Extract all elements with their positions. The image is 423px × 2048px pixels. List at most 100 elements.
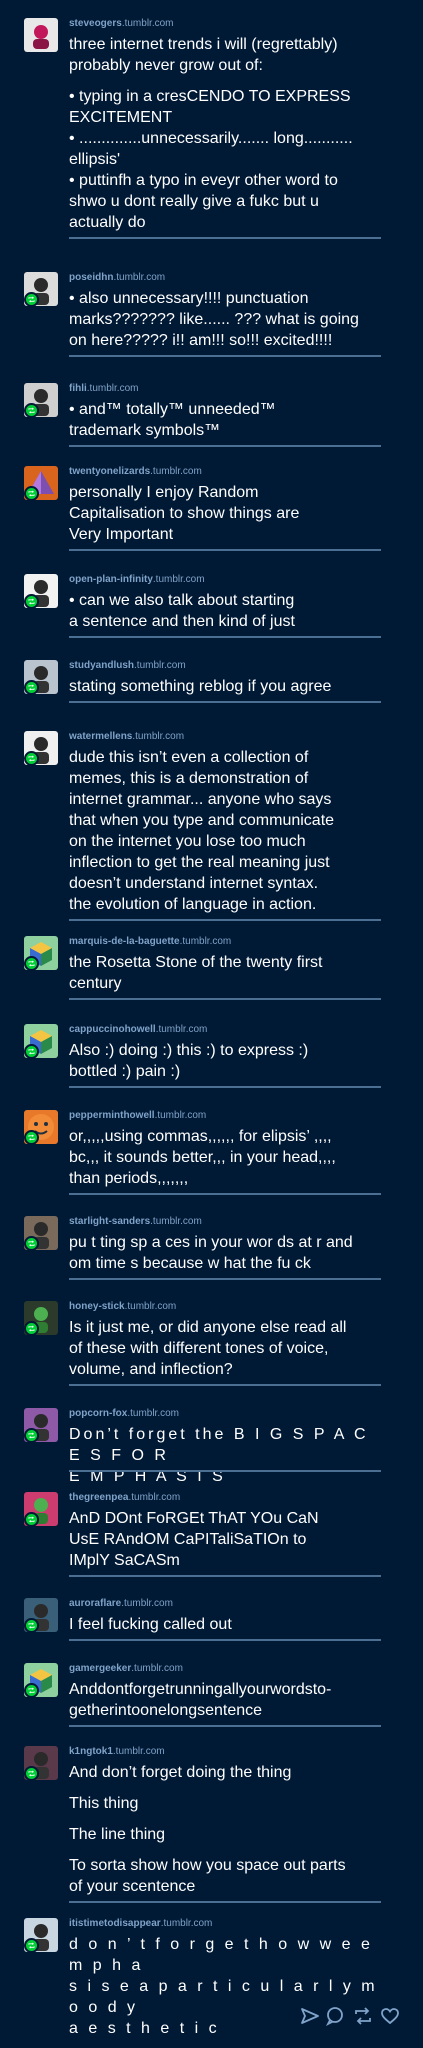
username-link[interactable]: steveogers.tumblr.com (69, 17, 174, 30)
post-body: Also :) doing :) this :) to express :) bo… (69, 1040, 387, 1082)
username: fihli (69, 383, 87, 394)
username-domain: .tumblr.com (150, 466, 202, 477)
reblog-badge-icon (24, 403, 39, 418)
post-text-line: • puttinfh a typo in eveyr other word to (69, 172, 338, 189)
post-text-line (69, 1845, 387, 1855)
username-domain: .tumblr.com (124, 1301, 177, 1312)
username-domain: .tumblr.com (152, 574, 205, 585)
username-link[interactable]: auroraflare.tumblr.com (69, 1597, 173, 1610)
like-icon[interactable] (380, 2006, 400, 2026)
post-text-line: bc,,, it sounds better,,, in your head,,… (69, 1149, 336, 1166)
username-domain: .tumblr.com (121, 1598, 173, 1609)
username-link[interactable]: fihli.tumblr.com (69, 382, 138, 395)
username: pepperminthowell (69, 1110, 155, 1121)
post-text-line: internet grammar... anyone who says (69, 791, 332, 808)
post-separator (69, 1278, 381, 1280)
username-domain: .tumblr.com (160, 1918, 213, 1929)
username-link[interactable]: marquis-de-la-baguette.tumblr.com (69, 935, 231, 948)
username-link[interactable]: cappuccinohowell.tumblr.com (69, 1023, 207, 1036)
reblog-badge-icon (24, 594, 39, 609)
post-text-line: probably never grow out of: (69, 57, 263, 74)
post-text-line: the Rosetta Stone of the twenty first (69, 954, 323, 971)
post-text-line: of your scentence (69, 1878, 196, 1895)
post-text-line: EXCITEMENT (69, 109, 173, 126)
reblog-thread: steveogers.tumblr.com three internet tren… (0, 0, 423, 2048)
username-domain: .tumblr.com (127, 1408, 180, 1419)
reblog-icon[interactable] (353, 2006, 373, 2026)
username-link[interactable]: open-plan-infinity.tumblr.com (69, 573, 205, 586)
post-body: personally I enjoy Random Capitalisation … (69, 482, 387, 545)
username-domain: .tumblr.com (86, 383, 139, 394)
post-text-line: the evolution of language in action. (69, 896, 317, 913)
post-separator (69, 355, 381, 357)
username-domain: .tumblr.com (113, 272, 166, 283)
reblog-badge-icon (24, 1236, 39, 1251)
post-separator (69, 1193, 381, 1195)
username-domain: .tumblr.com (132, 731, 185, 742)
post-body: stating something reblog if you agree (69, 676, 387, 697)
username-link[interactable]: watermellens.tumblr.com (69, 730, 184, 743)
post-text-line: The line thing (69, 1826, 166, 1843)
username-domain: .tumblr.com (150, 1216, 202, 1227)
username-link[interactable]: honey-stick.tumblr.com (69, 1300, 176, 1313)
post-separator (69, 998, 381, 1000)
post-text-line: d o n ’ t f o r g e t h o w w e e m p h … (69, 1936, 373, 1974)
post-separator (69, 1575, 381, 1577)
username-link[interactable]: pepperminthowell.tumblr.com (69, 1109, 206, 1122)
post-text-line: trademark symbols™ (69, 422, 221, 439)
username-link[interactable]: twentyonelizards.tumblr.com (69, 465, 202, 478)
username-link[interactable]: popcorn-fox.tumblr.com (69, 1407, 179, 1420)
reblog-badge-icon (24, 1130, 39, 1145)
username: thegreenpea (69, 1492, 129, 1503)
post-body: Anddontforgetrunningallyourwordsto-gethe… (69, 1679, 387, 1721)
reblog-badge-icon (24, 486, 39, 501)
username-link[interactable]: itistimetodisappear.tumblr.com (69, 1917, 212, 1930)
post-text-line: than periods,,,,,,, (69, 1170, 189, 1187)
share-icon[interactable] (300, 2006, 320, 2026)
reply-icon[interactable] (325, 2006, 345, 2027)
post-text-line: century (69, 975, 122, 992)
post-body: or,,,,,using commas,,,,,, for elipsis’ ,… (69, 1126, 387, 1189)
username-link[interactable]: poseidhn.tumblr.com (69, 271, 165, 284)
post-text-line: doesn’t understand internet syntax. (69, 875, 319, 892)
username-domain: .tumblr.com (128, 1492, 181, 1503)
post-body: Is it just me, or did anyone else read a… (69, 1317, 387, 1380)
post-text-line: marks??????? like...... ??? what is goin… (69, 311, 359, 328)
post-text-line: • typing in a cresCENDO TO EXPRESS (69, 88, 351, 105)
post-text-line: AnD DOnt FoRGEt ThAT YOu CaN (69, 1510, 319, 1527)
post-text-line: IMplY SaCASm (69, 1552, 180, 1569)
post-separator (69, 1384, 381, 1386)
username: marquis-de-la-baguette (69, 936, 180, 947)
post-text-line: Is it just me, or did anyone else read a… (69, 1319, 347, 1336)
reblog-badge-icon (24, 1938, 39, 1953)
username-link[interactable]: k1ngtok1.tumblr.com (69, 1745, 165, 1758)
username: gamergeeker (69, 1663, 132, 1674)
reblog-badge-icon (24, 680, 39, 695)
post-body: • and™ totally™ unneeded™ trademark symbo… (69, 399, 387, 441)
post-text-line: volume, and inflection? (69, 1361, 233, 1378)
username-link[interactable]: gamergeeker.tumblr.com (69, 1662, 183, 1675)
username-link[interactable]: thegreenpea.tumblr.com (69, 1491, 180, 1504)
post-text-line: three internet trends i will (regrettabl… (69, 36, 338, 53)
username: cappuccinohowell (69, 1024, 156, 1035)
avatar[interactable] (24, 18, 58, 52)
post-text-line: dude this isn’t even a collection of (69, 749, 309, 766)
reblog-badge-icon (24, 1512, 39, 1527)
post-text-line: Anddontforgetrunningallyourwordsto- (69, 1681, 332, 1698)
reblog-badge-icon (24, 1428, 39, 1443)
post-text-line: memes, this is a demonstration of (69, 770, 309, 787)
username-link[interactable]: studyandlush.tumblr.com (69, 659, 186, 672)
post-text-line: • also unnecessary!!!! punctuation (69, 290, 309, 307)
post-text-line (69, 76, 387, 86)
post-separator (69, 919, 381, 921)
username-link[interactable]: starlight-sanders.tumblr.com (69, 1215, 202, 1228)
post-separator (69, 1086, 381, 1088)
post-text-line: Capitalisation to show things are (69, 505, 300, 522)
username: studyandlush (69, 660, 135, 671)
post-body: • also unnecessary!!!! punctuation marks?… (69, 288, 387, 351)
post-body: Don’t forget the B I G S P A C E S F O R… (69, 1424, 387, 1487)
post-body: pu t ting sp a ces in your wor ds at r a… (69, 1232, 387, 1274)
reblog-badge-icon (24, 1618, 39, 1633)
post-text-line: or,,,,,using commas,,,,,, for elipsis’ ,… (69, 1128, 332, 1145)
reblog-badge-icon (24, 1683, 39, 1698)
